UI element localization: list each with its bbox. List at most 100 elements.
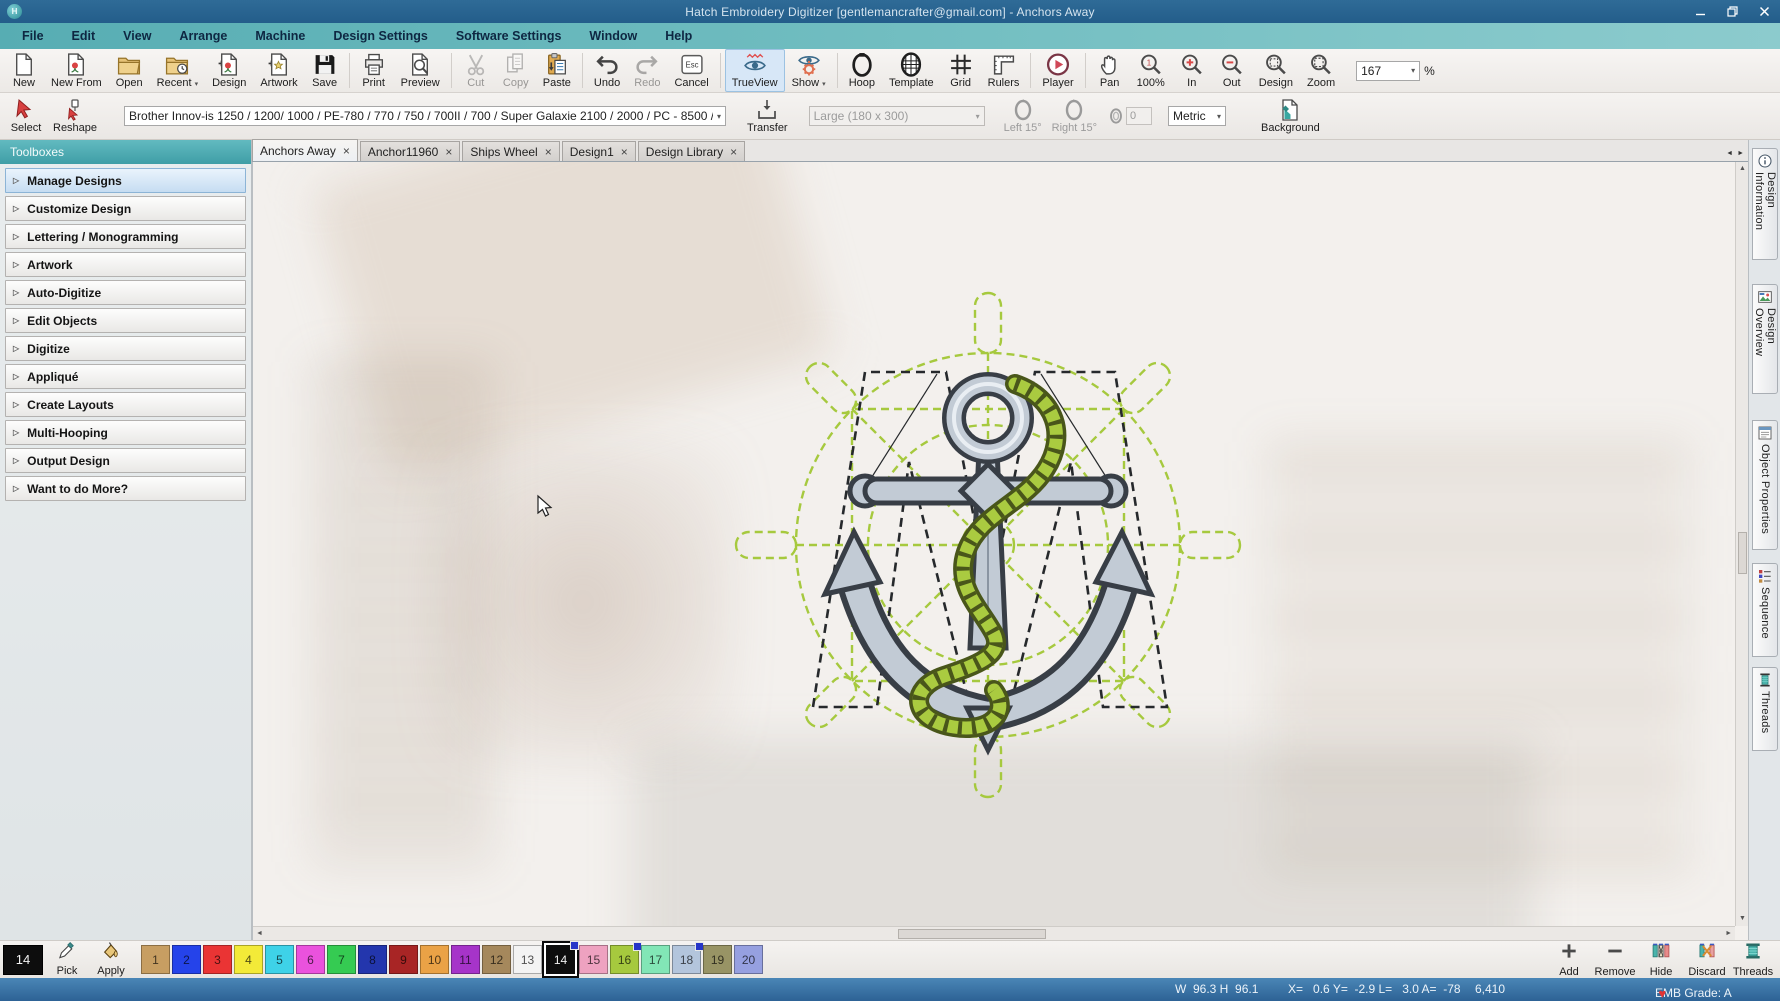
toolbox-item-want-to-do-more[interactable]: ▷ Want to do More? xyxy=(5,476,246,501)
toolbar-trueview-button[interactable]: TrueView xyxy=(725,49,785,92)
color-swatch-7[interactable]: 7 xyxy=(327,945,356,974)
palette-threads-button[interactable]: Threads xyxy=(1730,941,1776,979)
reshape-tool-button[interactable]: Reshape xyxy=(48,97,102,136)
toolbar-zoom-box-button[interactable]: Zoom xyxy=(1300,49,1342,92)
toolbox-item-output-design[interactable]: ▷ Output Design xyxy=(5,448,246,473)
menu-software-settings[interactable]: Software Settings xyxy=(442,23,576,49)
scroll-up-icon[interactable]: ▲ xyxy=(1739,162,1746,176)
panel-tab-design-information[interactable]: Design Information xyxy=(1752,148,1778,260)
toolbar-save-button[interactable]: Save xyxy=(305,49,345,92)
toolbar-zoom-100-button[interactable]: 1 100% xyxy=(1130,49,1172,92)
design-canvas[interactable]: ◄ ► ▲ ▼ xyxy=(252,162,1748,940)
panel-tab-object-properties[interactable]: Object Properties xyxy=(1752,420,1778,550)
toolbar-new-button[interactable]: New xyxy=(4,49,44,92)
color-swatch-18[interactable]: 18 xyxy=(672,945,701,974)
document-tab-design-library[interactable]: Design Library × xyxy=(638,141,745,161)
toolbox-item-edit-objects[interactable]: ▷ Edit Objects xyxy=(5,308,246,333)
toolbar-zoom-out-button[interactable]: Out xyxy=(1212,49,1252,92)
toolbar-artwork-button[interactable]: Artwork xyxy=(253,49,304,92)
panel-tab-design-overview[interactable]: Design Overview xyxy=(1752,284,1778,394)
color-swatch-9[interactable]: 9 xyxy=(389,945,418,974)
panel-tab-threads[interactable]: Threads xyxy=(1752,667,1778,751)
palette-discard-button[interactable]: Discard xyxy=(1684,941,1730,979)
transfer-button[interactable]: Transfer xyxy=(742,97,793,136)
color-swatch-17[interactable]: 17 xyxy=(641,945,670,974)
toolbar-hoop-button[interactable]: Hoop xyxy=(842,49,882,92)
scroll-left-icon[interactable]: ◄ xyxy=(256,927,263,940)
document-tab-anchors-away[interactable]: Anchors Away × xyxy=(252,139,358,161)
menu-machine[interactable]: Machine xyxy=(241,23,319,49)
toolbar-grid-button[interactable]: Grid xyxy=(941,49,981,92)
color-swatch-1[interactable]: 1 xyxy=(141,945,170,974)
toolbar-zoom-in-button[interactable]: In xyxy=(1172,49,1212,92)
close-icon[interactable]: × xyxy=(545,147,552,157)
toolbar-new-from-button[interactable]: New From xyxy=(44,49,109,92)
toolbar-undo-button[interactable]: Undo xyxy=(587,49,627,92)
panel-tab-sequence[interactable]: Sequence xyxy=(1752,563,1778,657)
palette-remove-button[interactable]: Remove xyxy=(1592,941,1638,979)
machine-select-combo[interactable]: Brother Innov-is 1250 / 1200/ 1000 / PE-… xyxy=(124,106,726,126)
document-tab-design1[interactable]: Design1 × xyxy=(562,141,636,161)
tab-scroll-left-icon[interactable]: ◄ xyxy=(1726,150,1733,157)
toolbox-item-digitize[interactable]: ▷ Digitize xyxy=(5,336,246,361)
toolbar-recent-button[interactable]: Recent ▾ xyxy=(150,49,205,92)
close-icon[interactable]: × xyxy=(621,147,628,157)
toolbar-open-button[interactable]: Open xyxy=(109,49,150,92)
menu-file[interactable]: File xyxy=(8,23,58,49)
pick-color-button[interactable]: Pick xyxy=(47,941,87,978)
horizontal-scrollbar[interactable]: ◄ ► xyxy=(253,926,1735,940)
close-button[interactable] xyxy=(1748,0,1780,23)
toolbox-item-manage-designs[interactable]: ▷ Manage Designs xyxy=(5,168,246,193)
color-swatch-10[interactable]: 10 xyxy=(420,945,449,974)
color-swatch-19[interactable]: 19 xyxy=(703,945,732,974)
toolbar-paste-button[interactable]: Paste xyxy=(536,49,578,92)
toolbar-print-button[interactable]: Print xyxy=(354,49,394,92)
color-swatch-4[interactable]: 4 xyxy=(234,945,263,974)
color-swatch-3[interactable]: 3 xyxy=(203,945,232,974)
color-swatch-16[interactable]: 16 xyxy=(610,945,639,974)
color-swatch-14[interactable]: 14 xyxy=(544,943,577,976)
toolbox-item-customize-design[interactable]: ▷ Customize Design xyxy=(5,196,246,221)
color-swatch-6[interactable]: 6 xyxy=(296,945,325,974)
palette-hide-button[interactable]: Hide xyxy=(1638,941,1684,979)
toolbox-item-artwork[interactable]: ▷ Artwork xyxy=(5,252,246,277)
scroll-right-icon[interactable]: ► xyxy=(1725,927,1732,940)
color-swatch-8[interactable]: 8 xyxy=(358,945,387,974)
color-swatch-15[interactable]: 15 xyxy=(579,945,608,974)
units-combo[interactable]: Metric ▾ xyxy=(1168,106,1226,126)
vertical-scrollbar[interactable]: ▲ ▼ xyxy=(1735,162,1748,926)
color-swatch-2[interactable]: 2 xyxy=(172,945,201,974)
zoom-level-combo[interactable]: 167 ▾ xyxy=(1356,61,1420,81)
color-swatch-20[interactable]: 20 xyxy=(734,945,763,974)
scroll-down-icon[interactable]: ▼ xyxy=(1739,912,1746,926)
menu-window[interactable]: Window xyxy=(575,23,651,49)
apply-color-button[interactable]: Apply xyxy=(91,941,131,978)
palette-add-button[interactable]: Add xyxy=(1546,941,1592,979)
menu-view[interactable]: View xyxy=(109,23,165,49)
color-swatch-13[interactable]: 13 xyxy=(513,945,542,974)
color-swatch-11[interactable]: 11 xyxy=(451,945,480,974)
close-icon[interactable]: × xyxy=(445,147,452,157)
close-icon[interactable]: × xyxy=(730,147,737,157)
select-tool-button[interactable]: Select xyxy=(4,97,48,136)
toolbar-pan-button[interactable]: Pan xyxy=(1090,49,1130,92)
tab-scroll-right-icon[interactable]: ► xyxy=(1737,150,1744,157)
menu-arrange[interactable]: Arrange xyxy=(165,23,241,49)
toolbar-preview-button[interactable]: Preview xyxy=(394,49,447,92)
minimize-button[interactable] xyxy=(1684,0,1716,23)
toolbox-item-auto-digitize[interactable]: ▷ Auto-Digitize xyxy=(5,280,246,305)
toolbox-item-multi-hooping[interactable]: ▷ Multi-Hooping xyxy=(5,420,246,445)
background-button[interactable]: Background xyxy=(1256,97,1325,136)
color-swatch-5[interactable]: 5 xyxy=(265,945,294,974)
toolbar-show-button[interactable]: Show ▾ xyxy=(785,49,833,92)
color-swatch-12[interactable]: 12 xyxy=(482,945,511,974)
toolbar-rulers-button[interactable]: Rulers xyxy=(981,49,1027,92)
toolbar-design-button[interactable]: Design xyxy=(205,49,253,92)
toolbox-item-create-layouts[interactable]: ▷ Create Layouts xyxy=(5,392,246,417)
toolbar-cancel-button[interactable]: Esc Cancel xyxy=(667,49,715,92)
toolbar-zoom-design-button[interactable]: Design xyxy=(1252,49,1300,92)
menu-help[interactable]: Help xyxy=(651,23,706,49)
toolbox-item-appliqu[interactable]: ▷ Appliqué xyxy=(5,364,246,389)
toolbox-item-lettering-monogramming[interactable]: ▷ Lettering / Monogramming xyxy=(5,224,246,249)
toolbar-player-button[interactable]: Player xyxy=(1035,49,1080,92)
